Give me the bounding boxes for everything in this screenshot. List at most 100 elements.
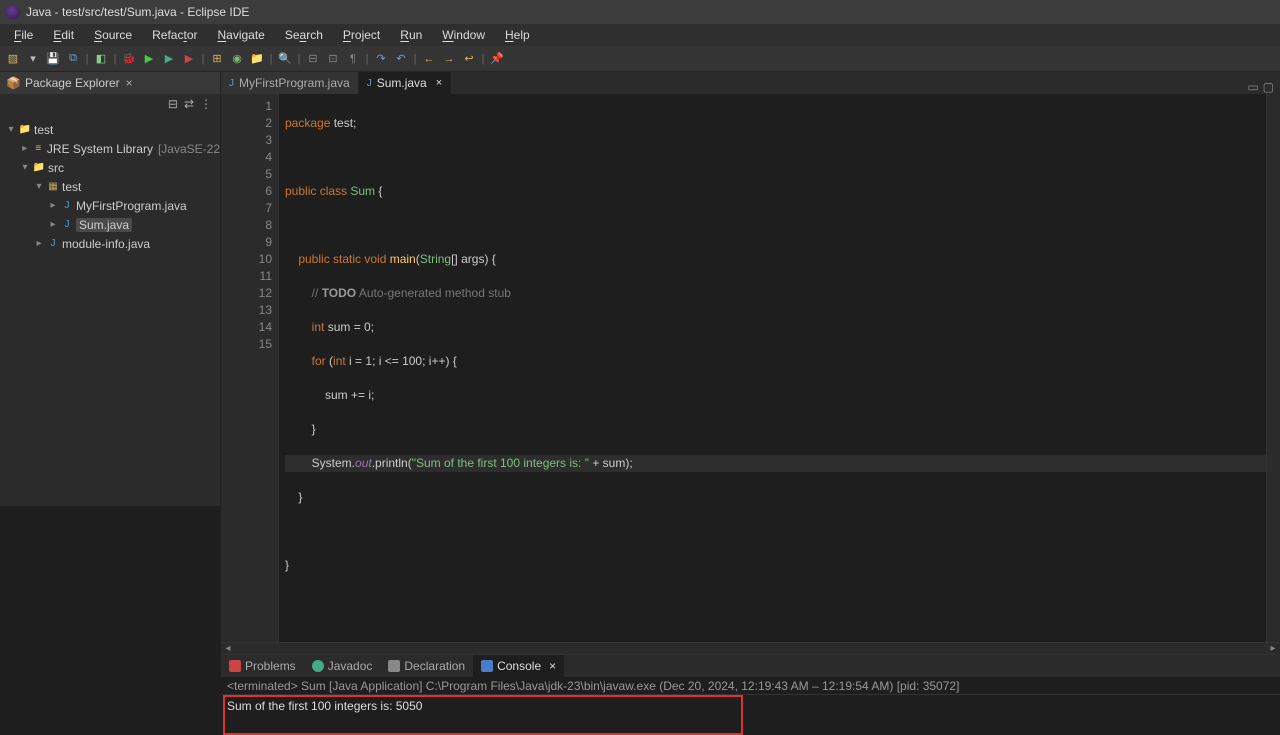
bottom-panel: Problems Javadoc Declaration Console× <t…: [221, 654, 1280, 717]
tab-sum[interactable]: J Sum.java ×: [359, 72, 451, 94]
tab-label: MyFirstProgram.java: [239, 76, 350, 90]
tab-label: Javadoc: [328, 659, 373, 673]
console-line: Sum of the first 100 integers is: 5050: [227, 699, 1274, 713]
toggle-mark-icon[interactable]: ⊟: [304, 50, 322, 68]
chevron-right-icon[interactable]: ▸: [48, 219, 58, 230]
menu-help[interactable]: Help: [495, 26, 540, 44]
save-all-icon[interactable]: ⧉: [64, 50, 82, 68]
tree-project[interactable]: ▾ 📁 test: [0, 120, 220, 139]
tree-file-module[interactable]: ▸ J module-info.java: [0, 234, 220, 253]
chevron-right-icon[interactable]: ▸: [20, 143, 30, 154]
dropdown-icon[interactable]: ▾: [24, 50, 42, 68]
package-explorer-tab[interactable]: 📦 Package Explorer ×: [0, 72, 220, 94]
chevron-down-icon[interactable]: ▾: [20, 162, 30, 173]
separator: |: [364, 50, 370, 68]
line-number: 13: [243, 302, 272, 319]
line-number: 5: [243, 166, 272, 183]
code-editor[interactable]: 1 2 3 4 5 6 7 8 9 10 11 12 13 14 15 pack…: [221, 94, 1280, 642]
tab-problems[interactable]: Problems: [221, 655, 304, 677]
menu-search[interactable]: Search: [275, 26, 333, 44]
new-folder-icon[interactable]: 📁: [248, 50, 266, 68]
tab-label: Declaration: [404, 659, 465, 673]
tree-package[interactable]: ▾ ▦ test: [0, 177, 220, 196]
chevron-right-icon[interactable]: ▸: [34, 238, 44, 249]
prev-annotation-icon[interactable]: ↶: [392, 50, 410, 68]
java-file-icon: J: [60, 199, 74, 213]
horizontal-scrollbar[interactable]: ◂ ▸: [221, 642, 1280, 654]
menu-source[interactable]: Source: [84, 26, 142, 44]
coverage-icon[interactable]: ▶: [160, 50, 178, 68]
scroll-right-icon[interactable]: ▸: [1266, 643, 1280, 654]
forward-icon[interactable]: →: [440, 50, 458, 68]
menu-navigate[interactable]: Navigate: [207, 26, 274, 44]
search-icon[interactable]: 🔍: [276, 50, 294, 68]
line-number: 1: [243, 98, 272, 115]
back-icon[interactable]: ←: [420, 50, 438, 68]
show-whitespace-icon[interactable]: ¶: [344, 50, 362, 68]
chevron-right-icon[interactable]: ▸: [48, 200, 58, 211]
problems-icon: [229, 660, 241, 672]
new-package-icon[interactable]: ⊞: [208, 50, 226, 68]
console-status: <terminated> Sum [Java Application] C:\P…: [221, 677, 1280, 695]
separator: |: [200, 50, 206, 68]
menu-window[interactable]: Window: [432, 26, 495, 44]
scroll-left-icon[interactable]: ◂: [221, 643, 235, 654]
maximize-icon[interactable]: ▢: [1263, 80, 1274, 94]
collapse-all-icon[interactable]: ⊟: [168, 97, 178, 111]
editor-area: J MyFirstProgram.java J Sum.java × ▭ ▢ 1…: [221, 72, 1280, 506]
console-icon: [481, 660, 493, 672]
save-icon[interactable]: 💾: [44, 50, 62, 68]
line-number: 15: [243, 336, 272, 353]
console-output[interactable]: Sum of the first 100 integers is: 5050: [221, 695, 1280, 717]
menu-file[interactable]: File: [4, 26, 43, 44]
chevron-down-icon[interactable]: ▾: [34, 181, 44, 192]
javadoc-icon: [312, 660, 324, 672]
line-number: 14: [243, 319, 272, 336]
tab-myfirstprogram[interactable]: J MyFirstProgram.java: [221, 72, 359, 94]
new-icon[interactable]: ▧: [4, 50, 22, 68]
tab-declaration[interactable]: Declaration: [380, 655, 473, 677]
ext-tools-icon[interactable]: ▶: [180, 50, 198, 68]
minimize-icon[interactable]: ▭: [1247, 80, 1258, 94]
close-icon[interactable]: ×: [126, 76, 133, 90]
java-file-icon: J: [46, 237, 60, 251]
close-icon[interactable]: ×: [549, 659, 556, 673]
code-content[interactable]: package test; public class Sum { public …: [279, 94, 1266, 642]
title-bar: Java - test/src/test/Sum.java - Eclipse …: [0, 0, 1280, 24]
link-editor-icon[interactable]: ⇄: [184, 97, 194, 111]
next-annotation-icon[interactable]: ↷: [372, 50, 390, 68]
tab-console[interactable]: Console×: [473, 655, 564, 677]
open-type-icon[interactable]: ◧: [92, 50, 110, 68]
java-file-icon: J: [229, 78, 234, 89]
separator: |: [84, 50, 90, 68]
close-icon[interactable]: ×: [436, 77, 442, 89]
overview-ruler[interactable]: [1266, 94, 1280, 642]
chevron-down-icon[interactable]: ▾: [6, 124, 16, 135]
package-icon: ▦: [46, 180, 60, 194]
tree-file-sum[interactable]: ▸ J Sum.java: [0, 215, 220, 234]
tree-label: test: [34, 123, 53, 137]
bottom-tabs: Problems Javadoc Declaration Console×: [221, 655, 1280, 677]
tree-label: module-info.java: [62, 237, 150, 251]
new-class-icon[interactable]: ◉: [228, 50, 246, 68]
tree-file-myfirst[interactable]: ▸ J MyFirstProgram.java: [0, 196, 220, 215]
view-menu-icon[interactable]: ⋮: [200, 97, 212, 111]
line-number: 9: [243, 234, 272, 251]
tree-label: JRE System Library: [47, 142, 153, 156]
run-icon[interactable]: ▶: [140, 50, 158, 68]
line-number-gutter: 1 2 3 4 5 6 7 8 9 10 11 12 13 14 15: [243, 94, 279, 642]
panel-toolbar: ⊟ ⇄ ⋮: [0, 94, 220, 114]
tree-jre[interactable]: ▸ ≡ JRE System Library [JavaSE-22: [0, 139, 220, 158]
menu-refactor[interactable]: Refactor: [142, 26, 207, 44]
last-edit-icon[interactable]: ↩: [460, 50, 478, 68]
project-tree: ▾ 📁 test ▸ ≡ JRE System Library [JavaSE-…: [0, 114, 220, 506]
source-folder-icon: 📁: [32, 161, 46, 175]
debug-icon[interactable]: 🐞: [120, 50, 138, 68]
menu-project[interactable]: Project: [333, 26, 390, 44]
pin-icon[interactable]: 📌: [488, 50, 506, 68]
menu-run[interactable]: Run: [390, 26, 432, 44]
tab-javadoc[interactable]: Javadoc: [304, 655, 381, 677]
menu-edit[interactable]: Edit: [43, 26, 84, 44]
toggle-block-icon[interactable]: ⊡: [324, 50, 342, 68]
tree-src[interactable]: ▾ 📁 src: [0, 158, 220, 177]
